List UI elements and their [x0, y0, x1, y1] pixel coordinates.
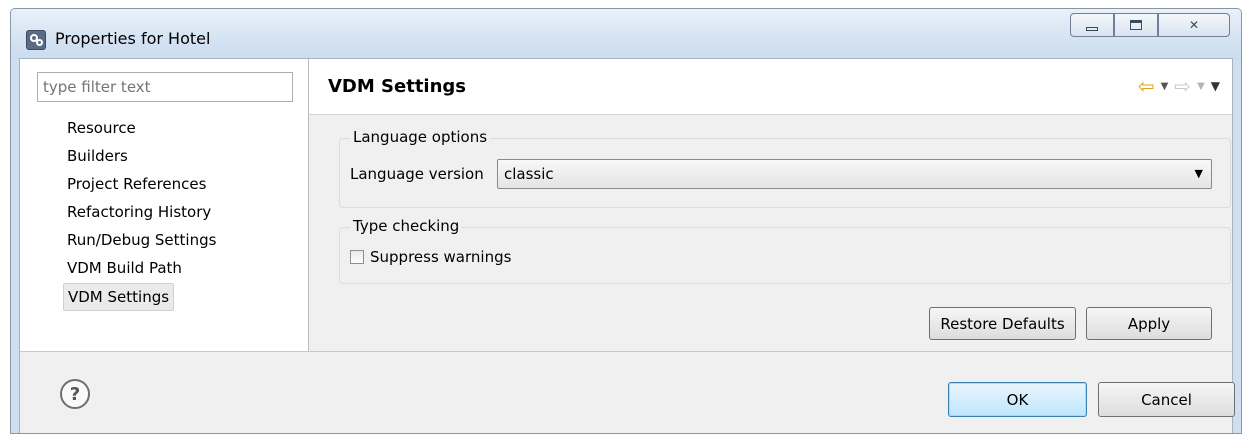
back-dropdown-icon[interactable]: ▼ — [1161, 81, 1169, 92]
minimize-button[interactable] — [1070, 13, 1114, 37]
title-bar[interactable]: Properties for Hotel — [11, 9, 1241, 59]
eclipse-app-icon — [26, 30, 46, 50]
type-checking-legend: Type checking — [350, 217, 463, 235]
tree-item-project-references[interactable]: Project References — [63, 170, 220, 198]
language-version-select[interactable]: classic ▼ — [497, 159, 1212, 189]
page-title: VDM Settings — [328, 76, 467, 97]
view-menu-icon[interactable]: ▼ — [1211, 79, 1220, 93]
language-options-legend: Language options — [350, 128, 491, 146]
dialog-body: Resource Builders Project References Ref… — [19, 58, 1235, 433]
apply-button[interactable]: Apply — [1086, 307, 1212, 340]
tree-item-run-debug-settings[interactable]: Run/Debug Settings — [63, 226, 220, 254]
close-button[interactable]: ✕ — [1158, 13, 1230, 37]
help-icon[interactable]: ? — [60, 379, 90, 409]
back-arrow-icon[interactable]: ⇦ — [1138, 76, 1155, 96]
suppress-warnings-option[interactable]: Suppress warnings — [350, 248, 511, 266]
settings-page: VDM Settings ⇦ ▼ ⇨ ▼ ▼ Language options … — [309, 59, 1232, 351]
forward-arrow-icon[interactable]: ⇨ — [1174, 76, 1191, 96]
language-version-value: classic — [504, 165, 554, 183]
cancel-button[interactable]: Cancel — [1098, 382, 1235, 417]
type-checking-group: Type checking Suppress warnings — [339, 217, 1231, 284]
chevron-down-icon: ▼ — [1194, 167, 1203, 180]
properties-dialog: Properties for Hotel Resource Builders P… — [10, 8, 1242, 434]
ok-button[interactable]: OK — [948, 382, 1087, 417]
property-tree: Resource Builders Project References Ref… — [63, 114, 220, 311]
tree-item-vdm-settings[interactable]: VDM Settings — [63, 283, 175, 311]
minimize-icon — [1086, 27, 1098, 31]
forward-dropdown-icon[interactable]: ▼ — [1197, 81, 1205, 92]
language-options-group: Language options Language version classi… — [339, 128, 1231, 208]
page-header: VDM Settings ⇦ ▼ ⇨ ▼ ▼ — [309, 59, 1232, 115]
window-controls: ✕ — [1070, 13, 1230, 39]
maximize-icon — [1130, 20, 1142, 30]
page-navigation: ⇦ ▼ ⇨ ▼ ▼ — [1138, 76, 1220, 96]
tree-item-builders[interactable]: Builders — [63, 142, 220, 170]
window-title: Properties for Hotel — [55, 29, 211, 48]
navigation-panel: Resource Builders Project References Ref… — [20, 59, 309, 351]
maximize-button[interactable] — [1114, 13, 1158, 37]
restore-defaults-button[interactable]: Restore Defaults — [929, 307, 1076, 340]
tree-item-vdm-build-path[interactable]: VDM Build Path — [63, 254, 220, 282]
filter-input[interactable] — [37, 72, 293, 102]
close-icon: ✕ — [1188, 18, 1200, 32]
suppress-warnings-checkbox[interactable] — [350, 250, 364, 264]
tree-item-refactoring-history[interactable]: Refactoring History — [63, 198, 220, 226]
suppress-warnings-label: Suppress warnings — [370, 248, 512, 266]
dialog-separator — [20, 351, 1232, 352]
tree-item-resource[interactable]: Resource — [63, 114, 220, 142]
language-version-label: Language version — [350, 165, 484, 183]
